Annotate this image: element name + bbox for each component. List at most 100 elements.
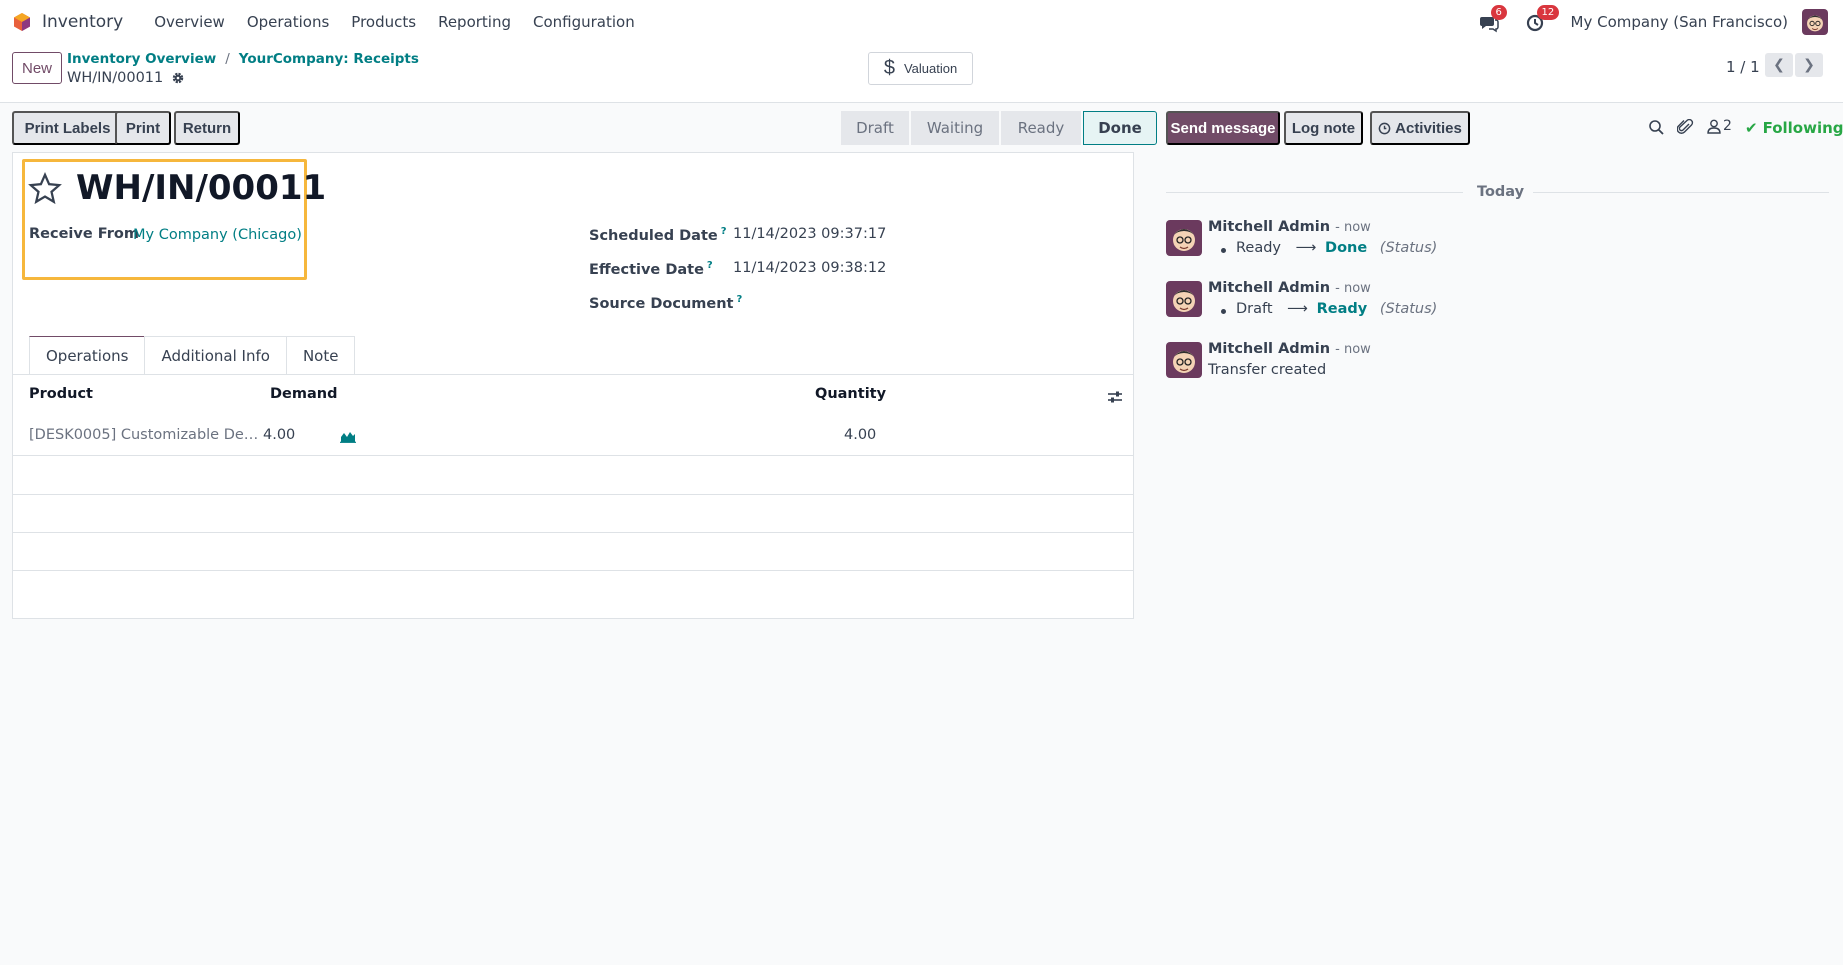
message-author: Mitchell Admin - now bbox=[1208, 280, 1371, 296]
column-product[interactable]: Product bbox=[29, 386, 93, 402]
notebook-tabs: Operations Additional Info Note bbox=[29, 336, 356, 374]
valuation-button[interactable]: $ Valuation bbox=[868, 52, 973, 85]
star-icon[interactable] bbox=[28, 172, 62, 206]
table-row-divider bbox=[12, 455, 1134, 456]
bullet bbox=[1221, 309, 1226, 314]
menu-reporting[interactable]: Reporting bbox=[427, 13, 522, 31]
print-labels-button[interactable]: Print Labels bbox=[12, 111, 123, 145]
message-author: Mitchell Admin - now bbox=[1208, 219, 1371, 235]
check-icon: ✔ bbox=[1745, 119, 1758, 137]
message-author-name[interactable]: Mitchell Admin bbox=[1208, 219, 1330, 235]
effective-date-help[interactable]: ? bbox=[707, 260, 713, 271]
avatar-icon bbox=[1802, 8, 1828, 35]
menu-configuration[interactable]: Configuration bbox=[522, 13, 646, 31]
control-panel: New Inventory Overview / YourCompany: Re… bbox=[0, 43, 1843, 103]
source-document-help[interactable]: ? bbox=[736, 294, 742, 305]
source-document-label: Source Document? bbox=[589, 294, 742, 312]
print-button[interactable]: Print bbox=[115, 111, 171, 145]
inventory-app-icon[interactable] bbox=[12, 12, 32, 32]
message-author-name[interactable]: Mitchell Admin bbox=[1208, 280, 1330, 296]
tracking-field: (Status) bbox=[1379, 301, 1438, 317]
search-icon[interactable] bbox=[1648, 119, 1665, 136]
menu-products[interactable]: Products bbox=[340, 13, 427, 31]
breadcrumb-separator: / bbox=[225, 51, 230, 67]
stage-waiting[interactable]: Waiting bbox=[911, 111, 999, 145]
receive-from-field[interactable]: My Company (Chicago) bbox=[133, 227, 302, 243]
bullet bbox=[1221, 248, 1226, 253]
avatar[interactable] bbox=[1166, 342, 1202, 378]
new-value: Done bbox=[1325, 240, 1368, 256]
message-author: Mitchell Admin - now bbox=[1208, 341, 1371, 357]
row-product[interactable]: [DESK0005] Customizable De… bbox=[29, 427, 258, 443]
column-demand[interactable]: Demand bbox=[270, 386, 337, 402]
dollar-icon: $ bbox=[883, 57, 895, 79]
tab-note[interactable]: Note bbox=[285, 336, 356, 374]
breadcrumb-inventory-overview[interactable]: Inventory Overview bbox=[67, 51, 216, 67]
app-name[interactable]: Inventory bbox=[42, 12, 123, 32]
record-name-label: WH/IN/00011 bbox=[67, 70, 164, 86]
message-author-name[interactable]: Mitchell Admin bbox=[1208, 341, 1330, 357]
tab-operations[interactable]: Operations bbox=[29, 336, 146, 374]
chevron-right-icon: ❯ bbox=[1803, 57, 1815, 73]
date-separator: Today bbox=[1477, 184, 1525, 200]
activities-label: Activities bbox=[1395, 119, 1462, 137]
record-name: WH/IN/00011 bbox=[67, 70, 185, 86]
tab-divider bbox=[12, 374, 1134, 375]
date-divider-left bbox=[1166, 192, 1463, 193]
followers-button[interactable]: 2 bbox=[1707, 118, 1732, 134]
tracking-field: (Status) bbox=[1379, 240, 1438, 256]
row-demand[interactable]: 4.00 bbox=[263, 427, 295, 443]
arrow-right-icon: ⟶ bbox=[1295, 240, 1317, 256]
menu-operations[interactable]: Operations bbox=[236, 13, 340, 31]
stage-ready[interactable]: Ready bbox=[1001, 111, 1081, 145]
following-label: Following bbox=[1762, 119, 1843, 137]
table-row-divider bbox=[12, 494, 1134, 495]
return-button[interactable]: Return bbox=[174, 111, 240, 145]
stage-done[interactable]: Done bbox=[1083, 111, 1157, 145]
message-time: - now bbox=[1335, 281, 1371, 296]
pager-previous-button[interactable]: ❮ bbox=[1765, 53, 1793, 77]
gear-icon[interactable] bbox=[171, 71, 185, 85]
messages-button[interactable]: 6 bbox=[1479, 4, 1507, 33]
arrow-right-icon: ⟶ bbox=[1287, 301, 1308, 317]
breadcrumb: Inventory Overview / YourCompany: Receip… bbox=[67, 51, 419, 67]
message-time: - now bbox=[1335, 220, 1371, 235]
scheduled-date-label-text: Scheduled Date bbox=[589, 227, 718, 244]
main-navbar: Inventory Overview Operations Products R… bbox=[0, 0, 1843, 43]
effective-date-field[interactable]: 11/14/2023 09:38:12 bbox=[733, 260, 886, 276]
breadcrumb-receipts[interactable]: YourCompany: Receipts bbox=[239, 51, 419, 67]
column-quantity[interactable]: Quantity bbox=[815, 386, 886, 402]
valuation-label: Valuation bbox=[903, 61, 958, 76]
activities-button[interactable]: 12 bbox=[1525, 4, 1560, 33]
paperclip-icon[interactable] bbox=[1677, 119, 1694, 136]
optional-columns-icon[interactable] bbox=[1107, 389, 1123, 405]
log-note-button[interactable]: Log note bbox=[1284, 111, 1363, 145]
company-switcher[interactable]: My Company (San Francisco) bbox=[1571, 13, 1788, 31]
chevron-left-icon: ❮ bbox=[1773, 57, 1785, 73]
pager-value[interactable]: 1 / 1 bbox=[1726, 58, 1760, 76]
user-avatar[interactable] bbox=[1802, 8, 1828, 35]
send-message-button[interactable]: Send message bbox=[1166, 111, 1280, 145]
forecast-chart-icon[interactable] bbox=[340, 429, 356, 443]
effective-date-label: Effective Date? bbox=[589, 260, 713, 278]
clock-icon bbox=[1378, 122, 1391, 134]
avatar[interactable] bbox=[1166, 220, 1202, 256]
old-value: Draft bbox=[1236, 301, 1273, 317]
followers-count: 2 bbox=[1723, 118, 1732, 134]
activities-badge: 12 bbox=[1536, 4, 1560, 20]
new-button[interactable]: New bbox=[12, 52, 62, 84]
pager-next-button[interactable]: ❯ bbox=[1795, 53, 1823, 77]
tab-additional-info[interactable]: Additional Info bbox=[144, 336, 287, 374]
menu-overview[interactable]: Overview bbox=[143, 13, 236, 31]
row-quantity[interactable]: 4.00 bbox=[844, 427, 876, 443]
scheduled-date-field[interactable]: 11/14/2023 09:37:17 bbox=[733, 226, 886, 242]
old-value: Ready bbox=[1236, 240, 1282, 256]
avatar-icon bbox=[1166, 281, 1202, 317]
avatar[interactable] bbox=[1166, 281, 1202, 317]
statusbar: Draft Waiting Ready Done bbox=[841, 111, 1159, 145]
scheduled-date-help[interactable]: ? bbox=[721, 226, 727, 237]
following-button[interactable]: ✔ Following bbox=[1745, 119, 1843, 137]
stage-draft[interactable]: Draft bbox=[841, 111, 909, 145]
message-time: - now bbox=[1335, 342, 1371, 357]
activities-chatter-button[interactable]: Activities bbox=[1370, 111, 1470, 145]
